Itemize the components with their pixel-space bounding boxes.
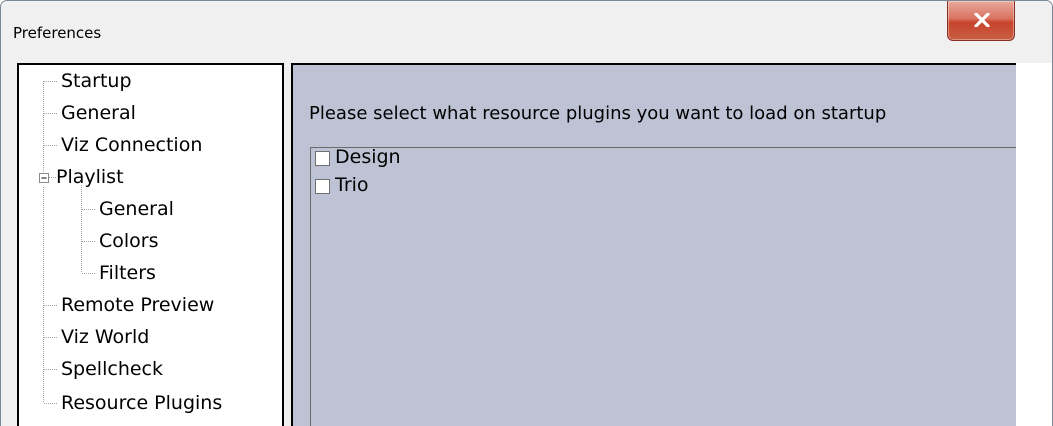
window-edge bbox=[1016, 63, 1052, 426]
instruction-text: Please select what resource plugins you … bbox=[309, 103, 887, 124]
tree-item-playlist-general[interactable]: General bbox=[99, 196, 174, 222]
preferences-tree[interactable]: Startup General Viz Connection Playlist … bbox=[17, 63, 284, 426]
tree-item-playlist-filters[interactable]: Filters bbox=[99, 260, 156, 286]
tree-item-viz-world[interactable]: Viz World bbox=[61, 324, 149, 350]
close-x-icon bbox=[974, 13, 990, 27]
collapse-toggle-icon bbox=[39, 173, 49, 183]
plugin-label: Design bbox=[335, 146, 401, 168]
title-bar[interactable]: Preferences bbox=[1, 1, 1052, 63]
preferences-window: Preferences Startup General Viz Connecti… bbox=[0, 0, 1053, 426]
tree-item-resource-plugins[interactable]: Resource Plugins bbox=[61, 390, 222, 416]
tree-item-playlist[interactable]: Playlist bbox=[56, 164, 124, 190]
window-title: Preferences bbox=[13, 24, 102, 42]
tree-item-remote-preview[interactable]: Remote Preview bbox=[61, 292, 214, 318]
trio-checkbox[interactable] bbox=[315, 179, 330, 194]
tree-item-viz-connection[interactable]: Viz Connection bbox=[61, 132, 202, 158]
plugin-label: Trio bbox=[335, 174, 369, 196]
tree-item-general[interactable]: General bbox=[61, 100, 136, 126]
tree-item-playlist-colors[interactable]: Colors bbox=[99, 228, 159, 254]
close-button[interactable] bbox=[947, 1, 1015, 41]
resource-plugins-panel: Please select what resource plugins you … bbox=[291, 63, 1042, 426]
tree-item-spellcheck[interactable]: Spellcheck bbox=[61, 356, 163, 382]
tree-item-startup[interactable]: Startup bbox=[61, 68, 132, 94]
plugin-checklist[interactable]: Design Trio bbox=[310, 146, 1026, 426]
design-checkbox[interactable] bbox=[315, 151, 330, 166]
